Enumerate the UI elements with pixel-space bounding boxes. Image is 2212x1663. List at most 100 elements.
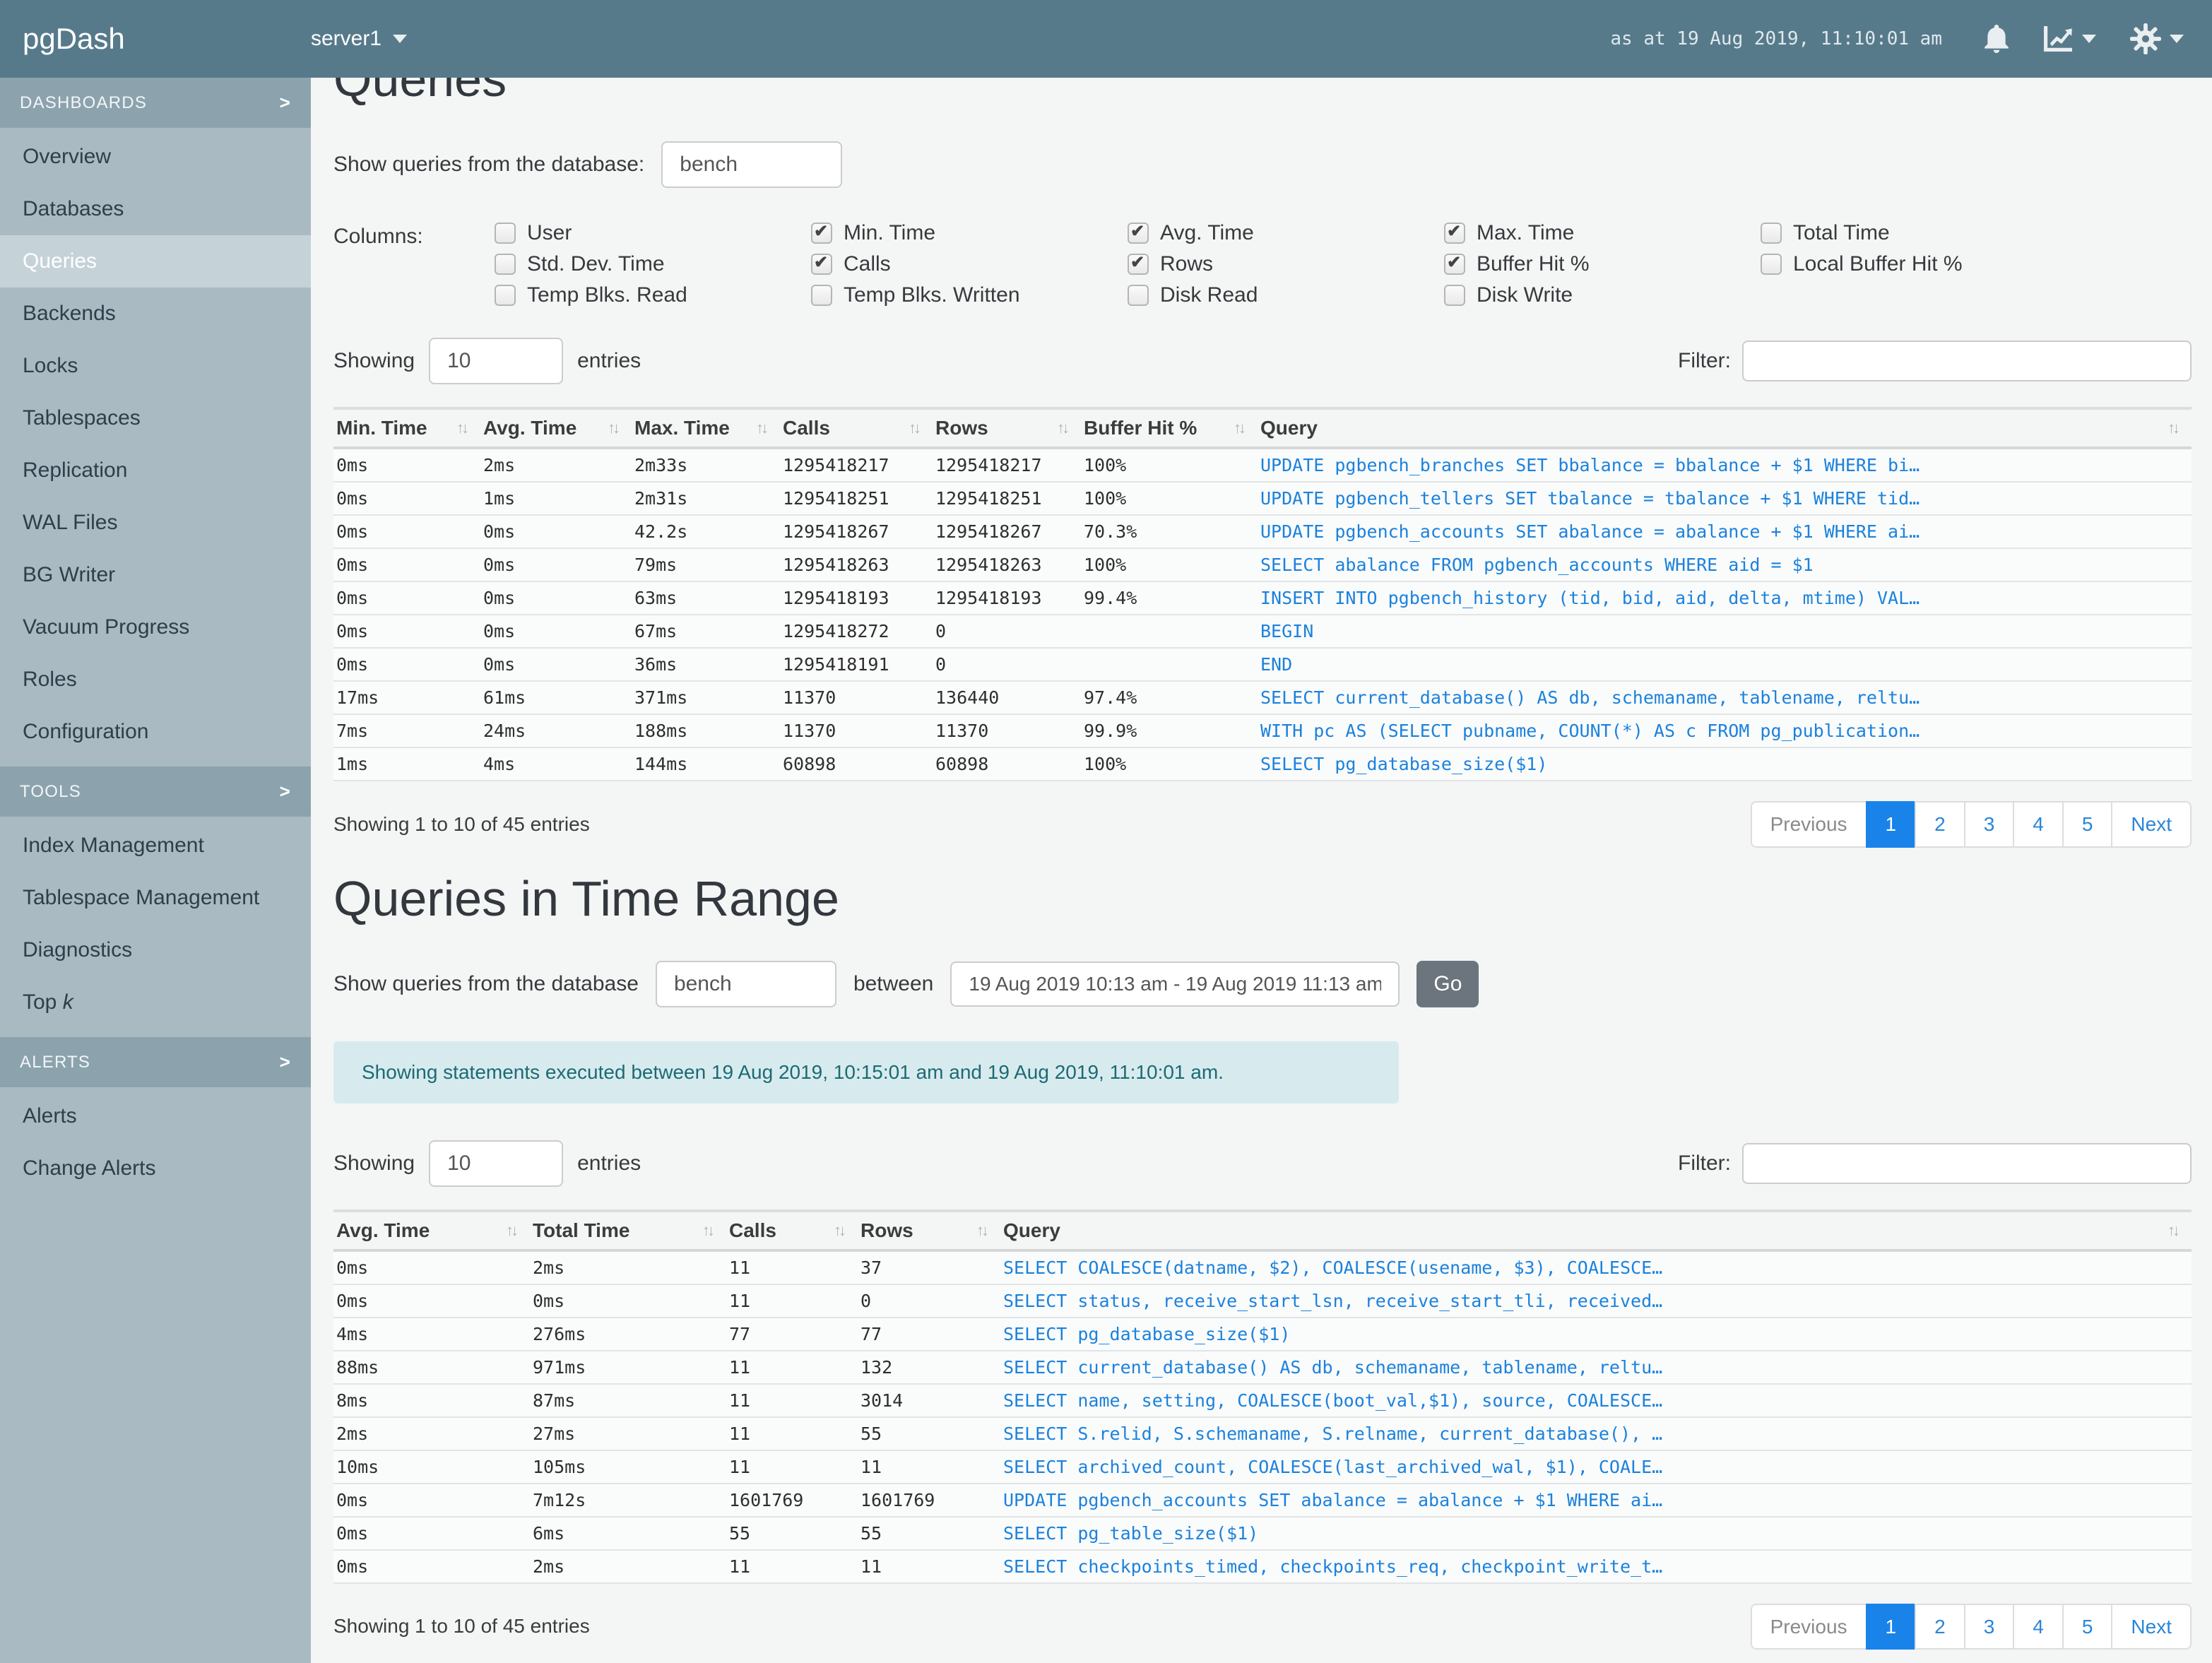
sort-icon[interactable]: ↑↓ (976, 1221, 989, 1240)
column-toggle-local-buffer-hit[interactable]: Local Buffer Hit % (1761, 252, 2077, 276)
page-previous[interactable]: Previous (1750, 1603, 1867, 1650)
sidebar-item-locks[interactable]: Locks (0, 340, 311, 392)
sort-icon[interactable]: ↑↓ (456, 419, 469, 437)
page-3[interactable]: 3 (1963, 1603, 2015, 1650)
query-link[interactable]: INSERT INTO pgbench_history (tid, bid, a… (1258, 581, 2192, 615)
column-toggle-std-dev-time[interactable]: Std. Dev. Time (495, 252, 811, 276)
column-toggle-avg-time[interactable]: Avg. Time (1128, 221, 1444, 244)
column-header-query[interactable]: Query ↑↓ (1258, 407, 2192, 449)
server-selector[interactable]: server1 (311, 27, 408, 51)
query-link[interactable]: SELECT abalance FROM pgbench_accounts WH… (1258, 548, 2192, 581)
checkbox-min-time[interactable] (811, 221, 832, 244)
query-link[interactable]: SELECT pg_database_size($1) (1258, 747, 2192, 781)
sidebar-item-index-management[interactable]: Index Management (0, 819, 311, 872)
page-next[interactable]: Next (2111, 801, 2192, 848)
checkbox-max-time[interactable] (1444, 221, 1465, 244)
sidebar-item-queries[interactable]: Queries (0, 235, 311, 288)
sidebar-item-roles[interactable]: Roles (0, 653, 311, 706)
sidebar-item-configuration[interactable]: Configuration (0, 706, 311, 758)
sort-icon[interactable]: ↑↓ (506, 1221, 519, 1240)
sort-icon[interactable]: ↑↓ (2167, 419, 2180, 437)
column-header-max-time[interactable]: Max. Time ↑↓ (632, 407, 780, 449)
sidebar-item-backends[interactable]: Backends (0, 288, 311, 340)
sidebar-item-bg-writer[interactable]: BG Writer (0, 549, 311, 601)
query-link[interactable]: UPDATE pgbench_accounts SET abalance = a… (1000, 1484, 2192, 1517)
checkbox-local-buffer-hit[interactable] (1761, 254, 1782, 275)
column-header-query[interactable]: Query ↑↓ (1000, 1209, 2192, 1252)
checkbox-disk-write[interactable] (1444, 285, 1465, 306)
sidebar-item-vacuum-progress[interactable]: Vacuum Progress (0, 601, 311, 653)
sidebar-item-tablespace-management[interactable]: Tablespace Management (0, 872, 311, 924)
query-link[interactable]: WITH pc AS (SELECT pubname, COUNT(*) AS … (1258, 714, 2192, 747)
query-link[interactable]: SELECT status, receive_start_lsn, receiv… (1000, 1284, 2192, 1318)
sidebar-item-databases[interactable]: Databases (0, 183, 311, 235)
sidebar-item-replication[interactable]: Replication (0, 444, 311, 497)
page-3[interactable]: 3 (1963, 801, 2015, 848)
entries-count-input-2[interactable] (429, 1140, 564, 1187)
column-header-calls[interactable]: Calls ↑↓ (726, 1209, 858, 1252)
sort-icon[interactable]: ↑↓ (608, 419, 620, 437)
checkbox-std-dev-time[interactable] (495, 254, 516, 275)
sidebar-section-header-dashboards[interactable]: DASHBOARDS > (0, 78, 311, 128)
sort-icon[interactable]: ↑↓ (834, 1221, 846, 1240)
page-4[interactable]: 4 (2013, 1603, 2064, 1650)
sidebar-section-header-alerts[interactable]: ALERTS > (0, 1037, 311, 1087)
page-2[interactable]: 2 (1915, 1603, 1965, 1650)
query-link[interactable]: SELECT current_database() AS db, scheman… (1258, 681, 2192, 714)
sidebar-item-overview[interactable]: Overview (0, 131, 311, 183)
column-toggle-disk-read[interactable]: Disk Read (1128, 283, 1444, 307)
sidebar-item-alerts[interactable]: Alerts (0, 1090, 311, 1142)
checkbox-temp-blks-written[interactable] (811, 285, 832, 306)
checkbox-total-time[interactable] (1761, 223, 1782, 244)
query-link[interactable]: SELECT name, setting, COALESCE(boot_val,… (1000, 1384, 2192, 1417)
sidebar-section-header-tools[interactable]: TOOLS > (0, 767, 311, 817)
query-link[interactable]: SELECT current_database() AS db, scheman… (1000, 1351, 2192, 1384)
page-1[interactable]: 1 (1865, 1603, 1917, 1650)
column-toggle-user[interactable]: User (495, 221, 811, 244)
settings-menu-button[interactable] (2130, 23, 2184, 54)
checkbox-temp-blks-read[interactable] (495, 285, 516, 306)
query-link[interactable]: UPDATE pgbench_tellers SET tbalance = tb… (1258, 482, 2192, 515)
sort-icon[interactable]: ↑↓ (756, 419, 769, 437)
query-link[interactable]: SELECT pg_database_size($1) (1000, 1318, 2192, 1351)
column-header-total-time[interactable]: Total Time ↑↓ (530, 1209, 726, 1252)
query-link[interactable]: SELECT pg_table_size($1) (1000, 1517, 2192, 1550)
column-toggle-rows[interactable]: Rows (1128, 252, 1444, 276)
query-link[interactable]: BEGIN (1258, 615, 2192, 648)
database-input[interactable] (661, 141, 843, 188)
time-range-database-input[interactable] (655, 960, 836, 1007)
column-header-rows[interactable]: Rows ↑↓ (933, 407, 1081, 449)
query-link[interactable]: END (1258, 648, 2192, 681)
column-header-rows[interactable]: Rows ↑↓ (858, 1209, 1000, 1252)
sidebar-item-diagnostics[interactable]: Diagnostics (0, 924, 311, 976)
column-header-avg-time[interactable]: Avg. Time ↑↓ (480, 407, 632, 449)
column-toggle-temp-blks-read[interactable]: Temp Blks. Read (495, 283, 811, 307)
sort-icon[interactable]: ↑↓ (702, 1221, 715, 1240)
sidebar-item-wal-files[interactable]: WAL Files (0, 497, 311, 549)
entries-count-input[interactable] (429, 338, 564, 384)
query-link[interactable]: UPDATE pgbench_branches SET bbalance = b… (1258, 448, 2192, 482)
page-5[interactable]: 5 (2062, 801, 2113, 848)
checkbox-disk-read[interactable] (1128, 285, 1149, 306)
page-previous[interactable]: Previous (1750, 801, 1867, 848)
filter-input-2[interactable] (1742, 1142, 2192, 1184)
sort-icon[interactable]: ↑↓ (1057, 419, 1070, 437)
sidebar-item-topk[interactable]: Top k (0, 976, 311, 1029)
time-range-input[interactable] (950, 961, 1400, 1007)
page-2[interactable]: 2 (1915, 801, 1965, 848)
notifications-button[interactable] (1985, 25, 2009, 53)
checkbox-user[interactable] (495, 223, 516, 244)
page-5[interactable]: 5 (2062, 1603, 2113, 1650)
column-header-calls[interactable]: Calls ↑↓ (780, 407, 933, 449)
column-header-buffer-hit[interactable]: Buffer Hit % ↑↓ (1081, 407, 1258, 449)
checkbox-buffer-hit[interactable] (1444, 252, 1465, 275)
checkbox-avg-time[interactable] (1128, 221, 1149, 244)
query-link[interactable]: UPDATE pgbench_accounts SET abalance = a… (1258, 515, 2192, 548)
go-button[interactable]: Go (1416, 960, 1479, 1007)
sort-icon[interactable]: ↑↓ (909, 419, 921, 437)
column-toggle-disk-write[interactable]: Disk Write (1444, 283, 1761, 307)
query-link[interactable]: SELECT archived_count, COALESCE(last_arc… (1000, 1450, 2192, 1484)
column-toggle-max-time[interactable]: Max. Time (1444, 221, 1761, 244)
column-toggle-calls[interactable]: Calls (811, 252, 1128, 276)
sidebar-item-change-alerts[interactable]: Change Alerts (0, 1142, 311, 1195)
